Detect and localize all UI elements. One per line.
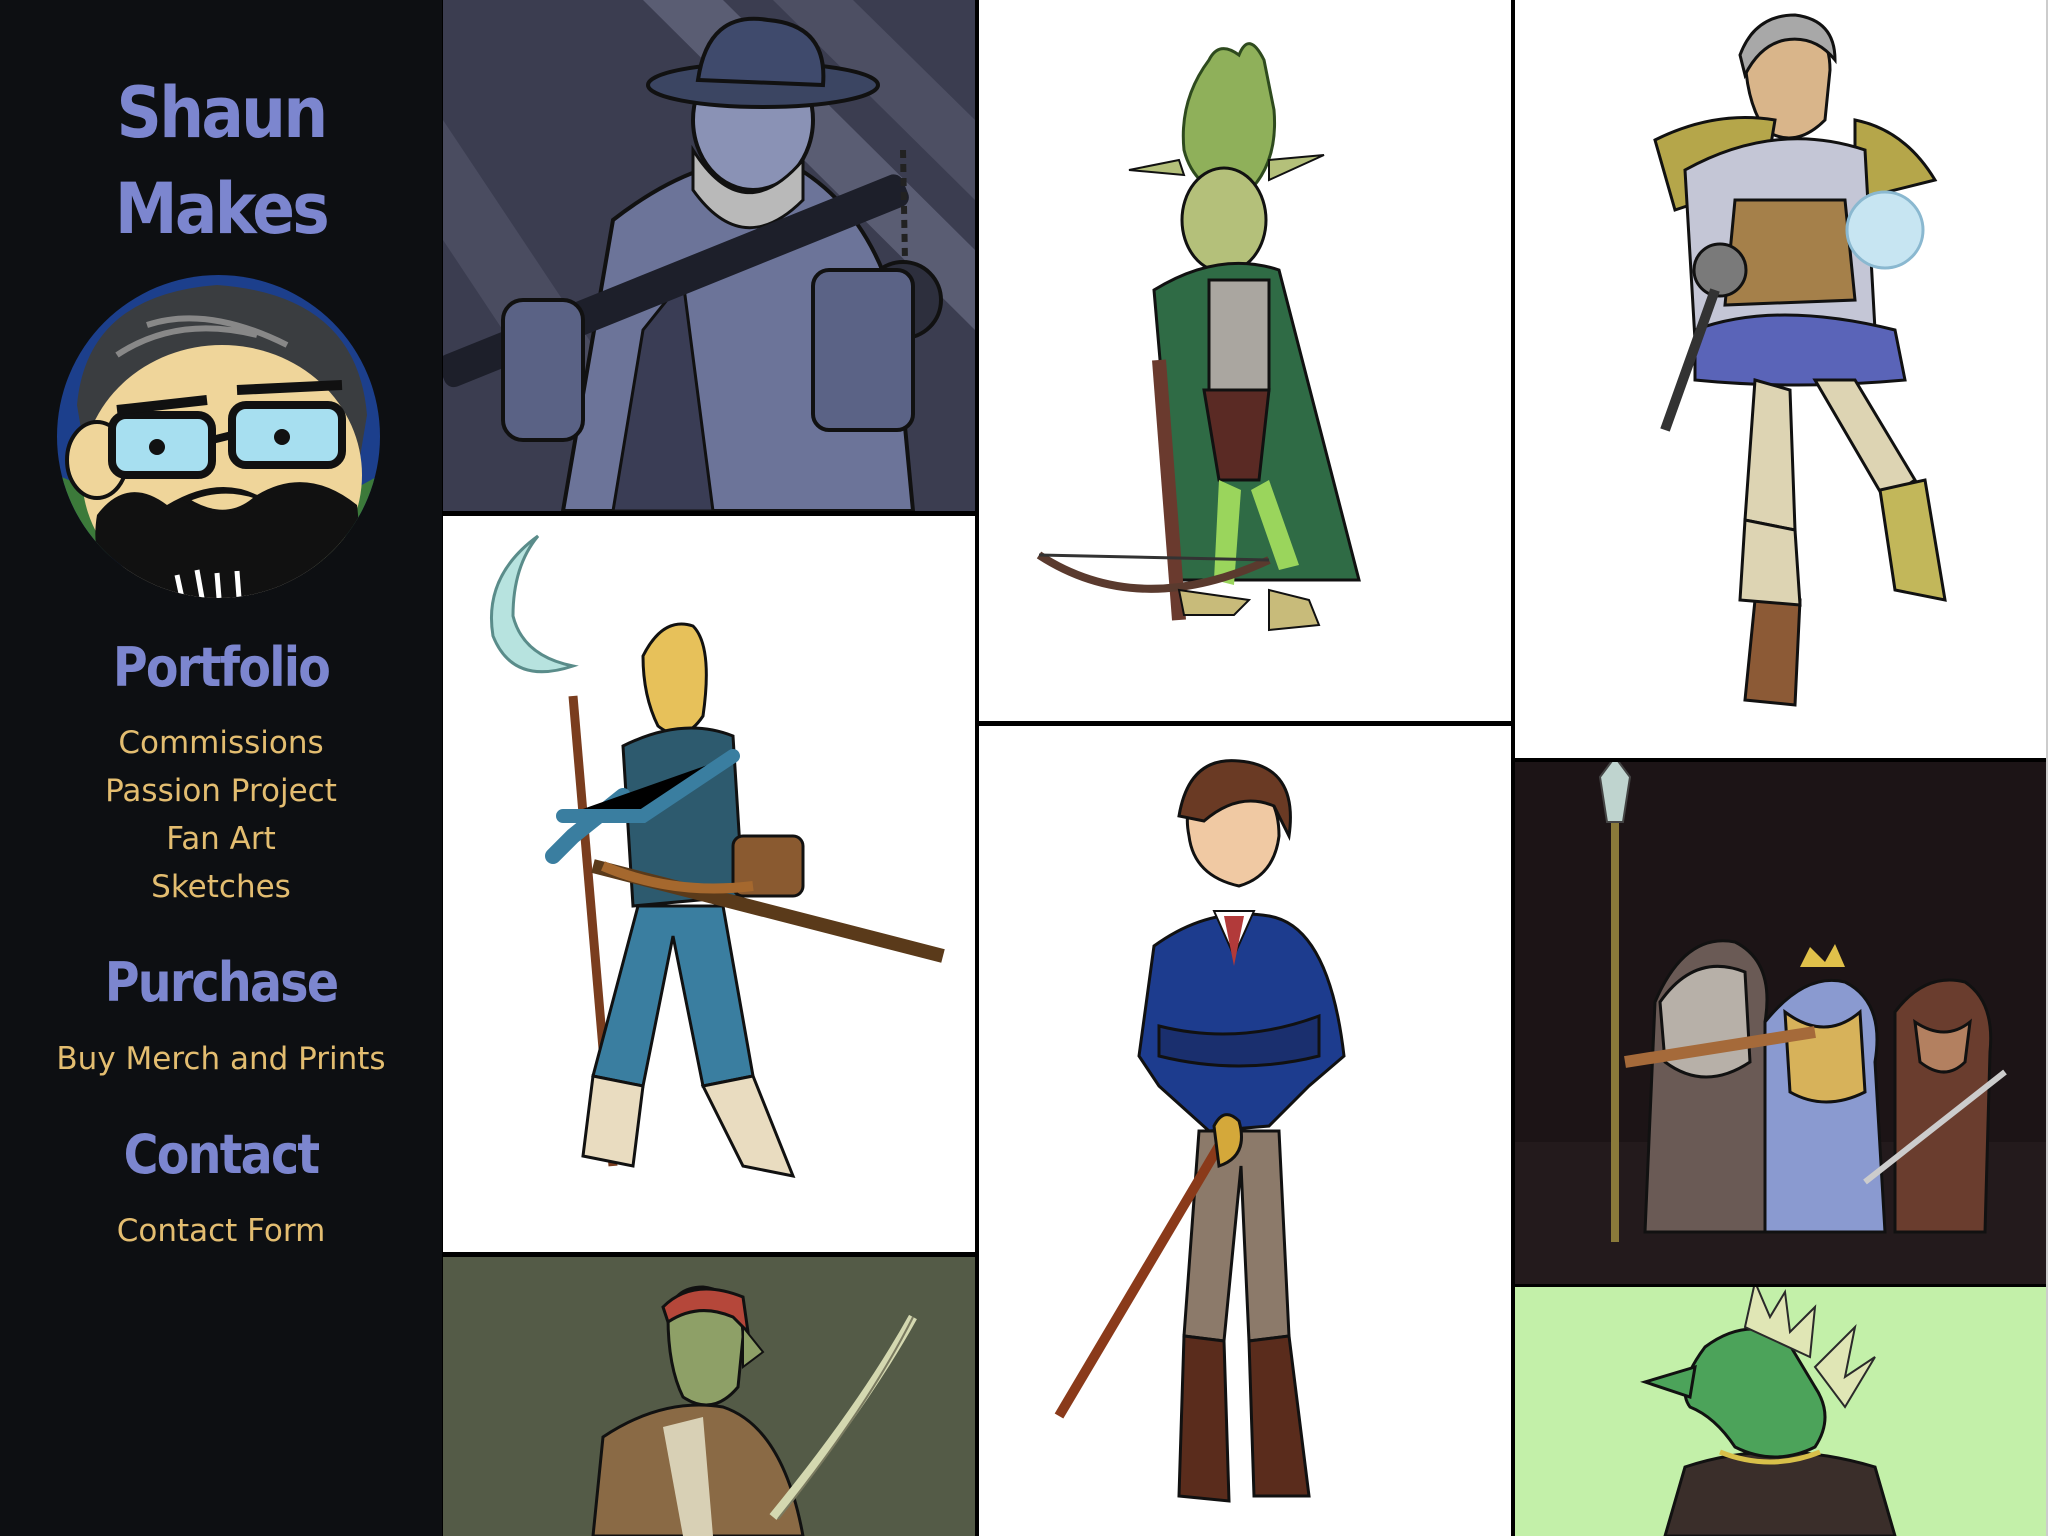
artwork-green-dragonborn[interactable] [1515, 1287, 2048, 1536]
artwork-blonde-elf-with-crescent-staff[interactable] [443, 516, 975, 1252]
purchase-heading: Purchase [104, 951, 339, 1014]
nav-link-contact-form[interactable]: Contact Form [0, 1213, 442, 1249]
artwork-bowler-hat-gentleman-with-flail[interactable] [443, 0, 975, 511]
nav-link-sketches[interactable]: Sketches [0, 869, 442, 905]
nav-link-fan-art[interactable]: Fan Art [0, 821, 442, 857]
site-title-line1[interactable]: Shaun [22, 72, 420, 154]
artwork-orc-pirate-with-sabre[interactable] [443, 1257, 975, 1536]
site-title-line2[interactable]: Makes [22, 168, 420, 250]
contact-heading: Contact [123, 1123, 320, 1186]
artwork-dwarf-party[interactable] [1515, 762, 2048, 1284]
nav-link-commissions[interactable]: Commissions [0, 725, 442, 761]
avatar-logo[interactable] [57, 275, 380, 598]
artwork-green-goblin-crossbow[interactable] [979, 0, 1511, 721]
nav-link-passion-project[interactable]: Passion Project [0, 773, 442, 809]
portfolio-heading: Portfolio [112, 636, 331, 699]
nav-link-buy-merch[interactable]: Buy Merch and Prints [0, 1041, 442, 1077]
artwork-young-swordsman-blue-coat[interactable] [979, 726, 1511, 1536]
sidebar: Shaun Makes Portfolio Commissions Passio… [0, 0, 442, 1536]
artwork-armored-mage-with-orb[interactable] [1515, 0, 2048, 758]
